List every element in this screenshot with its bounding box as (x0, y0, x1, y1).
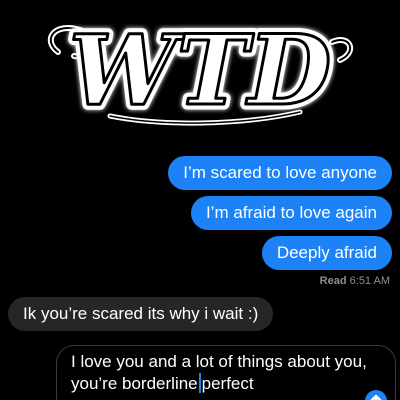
received-message-bubble[interactable]: Ik you’re scared its why i wait :) (8, 297, 274, 331)
text-cursor (198, 373, 201, 393)
send-button[interactable] (365, 390, 387, 400)
message-compose-field[interactable]: I love you and a lot of things about you… (56, 345, 396, 400)
sent-message-bubble[interactable]: Deeply afraid (261, 236, 392, 270)
send-arrow-icon (370, 394, 382, 400)
wtd-logo: WTD WTD (40, 12, 360, 130)
wtd-logo-graphic: WTD WTD (47, 12, 354, 130)
messages-screen: WTD WTD I’m scared to love anyone I’m af… (0, 0, 400, 400)
compose-text[interactable]: I love you and a lot of things about you… (71, 351, 371, 395)
read-label: Read (319, 275, 347, 287)
read-receipt: Read 6:51 AM (320, 275, 390, 287)
logo-text-inner: WTD (69, 14, 332, 127)
read-time: 6:51 AM (349, 275, 390, 287)
sent-message-bubble[interactable]: I’m afraid to love again (190, 196, 392, 230)
sent-message-bubble[interactable]: I’m scared to love anyone (168, 156, 392, 190)
compose-text-after-cursor: perfect (201, 374, 254, 393)
